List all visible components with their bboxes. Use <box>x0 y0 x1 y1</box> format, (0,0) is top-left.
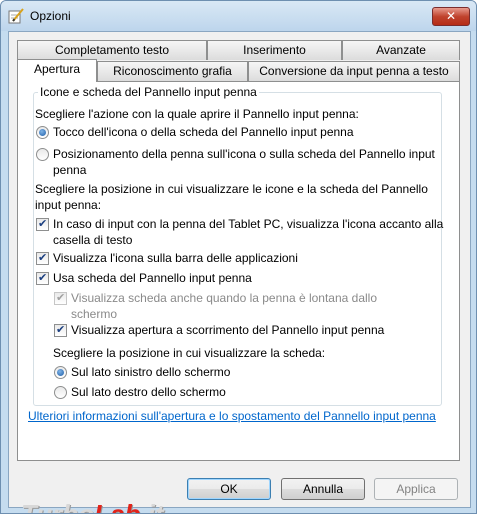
check-show-icon-near-textbox-label[interactable]: In caso di input con la penna del Tablet… <box>53 216 443 232</box>
radio-right-side-label[interactable]: Sul lato destro dello schermo <box>71 384 226 400</box>
radio-hover-icon-label-2[interactable]: penna <box>53 162 86 178</box>
tab-inserimento[interactable]: Inserimento <box>207 40 342 60</box>
check-use-tab-label[interactable]: Usa scheda del Pannello input penna <box>53 270 252 286</box>
tab-avanzate[interactable]: Avanzate <box>342 40 460 60</box>
cancel-button[interactable]: Annulla <box>281 478 365 500</box>
side-label: Scegliere la posizione in cui visualizza… <box>53 346 326 360</box>
radio-right-side[interactable] <box>54 386 67 399</box>
tab-completamento-testo[interactable]: Completamento testo <box>17 40 207 60</box>
dialog-client: Completamento testo Inserimento Avanzate… <box>8 31 471 513</box>
radio-tap-icon[interactable] <box>36 126 49 139</box>
check-use-tab[interactable] <box>36 271 49 285</box>
apply-button[interactable]: Applica <box>374 478 458 500</box>
open-action-label: Scegliere l'azione con la quale aprire i… <box>35 107 359 121</box>
radio-left-side-label[interactable]: Sul lato sinistro dello schermo <box>71 364 230 380</box>
tab-label: Avanzate <box>376 43 426 57</box>
tab-riconoscimento-grafia[interactable]: Riconoscimento grafia <box>97 61 248 81</box>
check-show-icon-near-textbox[interactable] <box>36 217 49 231</box>
radio-left-side[interactable] <box>54 366 67 379</box>
tab-label: Conversione da input penna a testo <box>259 64 449 78</box>
check-taskbar-icon-label[interactable]: Visualizza l'icona sulla barra delle app… <box>53 250 298 266</box>
check-taskbar-icon[interactable] <box>36 251 49 265</box>
check-show-tab-pen-away-label-2: schermo <box>71 307 118 321</box>
radio-hover-icon[interactable] <box>36 148 49 161</box>
pen-notepad-icon <box>8 8 24 24</box>
tab-panel-apertura: Icone e scheda del Pannello input penna … <box>17 81 460 461</box>
options-window: Opzioni ✕ Completamento testo Inseriment… <box>0 0 477 514</box>
radio-tap-icon-label[interactable]: Tocco dell'icona o della scheda del Pann… <box>53 124 354 140</box>
title-bar[interactable]: Opzioni ✕ <box>1 1 476 31</box>
tab-apertura[interactable]: Apertura <box>17 59 97 82</box>
more-info-link[interactable]: Ulteriori informazioni sull'apertura e l… <box>28 409 436 423</box>
ok-button[interactable]: OK <box>187 478 271 500</box>
window-title: Opzioni <box>30 9 71 23</box>
close-icon: ✕ <box>445 9 457 23</box>
check-slide-open-label[interactable]: Visualizza apertura a scorrimento del Pa… <box>71 322 384 338</box>
turbolab-watermark: TurboLab.it <box>21 499 164 514</box>
position-label: Scegliere la posizione in cui visualizza… <box>35 182 428 196</box>
tab-conversione[interactable]: Conversione da input penna a testo <box>248 61 460 81</box>
check-show-icon-near-textbox-label-2[interactable]: casella di testo <box>53 232 132 248</box>
check-slide-open[interactable] <box>54 323 67 337</box>
position-label-2: input penna: <box>35 198 102 212</box>
tab-label: Riconoscimento grafia <box>113 64 232 78</box>
tab-label: Apertura <box>33 62 81 76</box>
check-show-tab-pen-away <box>54 291 67 305</box>
tab-label: Completamento testo <box>54 43 170 57</box>
close-button[interactable]: ✕ <box>432 7 470 26</box>
tab-label: Inserimento <box>243 43 306 57</box>
check-show-tab-pen-away-label: Visualizza scheda anche quando la penna … <box>71 291 378 305</box>
radio-hover-icon-label[interactable]: Posizionamento della penna sull'icona o … <box>53 146 435 162</box>
group-title: Icone e scheda del Pannello input penna <box>38 85 259 99</box>
